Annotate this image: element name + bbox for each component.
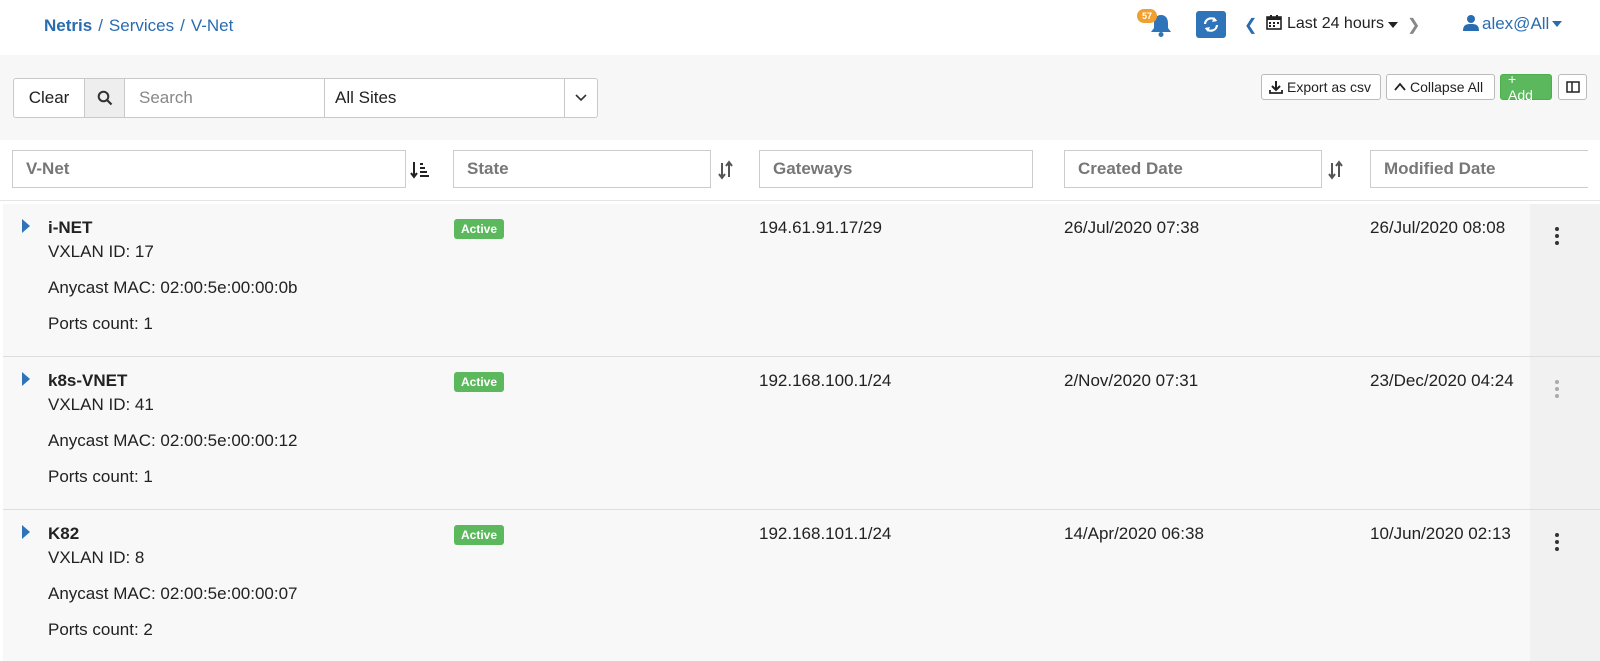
search-input[interactable] xyxy=(125,79,325,117)
breadcrumb-services[interactable]: Services xyxy=(109,16,174,35)
created-date-cell: 26/Jul/2020 07:38 xyxy=(1064,218,1200,237)
status-badge: Active xyxy=(454,525,505,545)
collapse-all-label: Collapse All xyxy=(1410,79,1484,95)
modified-date-cell: 10/Jun/2020 02:13 xyxy=(1370,524,1511,543)
user-menu-caret-icon[interactable] xyxy=(1552,21,1562,27)
download-icon xyxy=(1269,81,1283,94)
row-actions-cell xyxy=(1530,357,1600,510)
row-actions-cell xyxy=(1530,510,1600,661)
refresh-icon xyxy=(1203,17,1219,32)
breadcrumb-root[interactable]: Netris xyxy=(44,16,92,35)
filter-group: Clear All Sites xyxy=(13,78,598,118)
anycast-mac: Anycast MAC: 02:00:5e:00:00:07 xyxy=(48,584,298,603)
sort-icon[interactable] xyxy=(716,160,736,180)
expand-row-icon[interactable] xyxy=(22,219,30,233)
notification-count-badge: 57 xyxy=(1137,9,1158,23)
row-actions-cell xyxy=(1530,204,1600,357)
sort-asc-icon[interactable] xyxy=(410,160,430,180)
more-actions-icon[interactable] xyxy=(1555,227,1561,248)
export-csv-button[interactable]: Export as csv xyxy=(1261,74,1381,100)
column-header-created-date[interactable]: Created Date xyxy=(1064,150,1322,188)
vnet-name[interactable]: k8s-VNET xyxy=(48,371,127,391)
more-actions-icon[interactable] xyxy=(1555,380,1561,401)
status-badge: Active xyxy=(454,219,505,239)
column-header-vnet[interactable]: V-Net xyxy=(12,150,406,188)
calendar-icon xyxy=(1266,15,1282,30)
chevron-down-icon[interactable] xyxy=(1388,22,1398,28)
ports-count: Ports count: 2 xyxy=(48,620,153,639)
anycast-mac: Anycast MAC: 02:00:5e:00:00:0b xyxy=(48,278,298,297)
expand-row-icon[interactable] xyxy=(22,525,30,539)
anycast-mac: Anycast MAC: 02:00:5e:00:00:12 xyxy=(48,431,298,450)
vnet-name[interactable]: K82 xyxy=(48,524,79,544)
user-menu[interactable]: alex@All xyxy=(1482,14,1549,34)
chevron-down-icon xyxy=(575,94,587,102)
export-csv-label: Export as csv xyxy=(1287,79,1372,95)
site-select-toggle[interactable] xyxy=(565,79,597,117)
modified-date-cell: 23/Dec/2020 04:24 xyxy=(1370,371,1514,390)
gateway-cell: 192.168.100.1/24 xyxy=(759,371,892,390)
vxlan-id: VXLAN ID: 8 xyxy=(48,548,145,567)
gateway-cell: 192.168.101.1/24 xyxy=(759,524,892,543)
chevron-up-icon xyxy=(1394,82,1406,91)
columns-toggle-button[interactable] xyxy=(1558,74,1587,100)
column-header-modified-date[interactable]: Modified Date xyxy=(1370,150,1588,188)
created-date-cell: 2/Nov/2020 07:31 xyxy=(1064,371,1199,390)
chevron-right-icon[interactable]: ❯ xyxy=(1407,15,1420,35)
time-range-selector[interactable]: Last 24 hours xyxy=(1287,15,1384,33)
breadcrumb-vnet[interactable]: V-Net xyxy=(191,16,234,35)
breadcrumb: Netris / Services / V-Net xyxy=(44,16,234,35)
vnet-name[interactable]: i-NET xyxy=(48,218,92,238)
more-actions-icon[interactable] xyxy=(1555,533,1561,554)
status-badge: Active xyxy=(454,372,505,392)
search-button[interactable] xyxy=(85,79,125,117)
vxlan-id: VXLAN ID: 17 xyxy=(48,242,154,261)
user-icon xyxy=(1463,15,1479,31)
chevron-left-icon[interactable]: ❮ xyxy=(1244,15,1257,35)
column-header-state[interactable]: State xyxy=(453,150,711,188)
site-select[interactable]: All Sites xyxy=(325,79,565,117)
sort-icon[interactable] xyxy=(1326,160,1346,180)
refresh-button[interactable] xyxy=(1196,11,1226,38)
ports-count: Ports count: 1 xyxy=(48,314,153,333)
ports-count: Ports count: 1 xyxy=(48,467,153,486)
collapse-all-button[interactable]: Collapse All xyxy=(1386,74,1495,100)
columns-icon xyxy=(1565,81,1580,93)
search-icon xyxy=(97,90,112,106)
modified-date-cell: 26/Jul/2020 08:08 xyxy=(1370,218,1506,237)
column-header-gateways[interactable]: Gateways xyxy=(759,150,1033,188)
add-button[interactable]: + Add xyxy=(1500,71,1552,103)
expand-row-icon[interactable] xyxy=(22,372,30,386)
clear-button[interactable]: Clear xyxy=(14,79,85,117)
vxlan-id: VXLAN ID: 41 xyxy=(48,395,154,414)
created-date-cell: 14/Apr/2020 06:38 xyxy=(1064,524,1204,543)
gateway-cell: 194.61.91.17/29 xyxy=(759,218,882,237)
